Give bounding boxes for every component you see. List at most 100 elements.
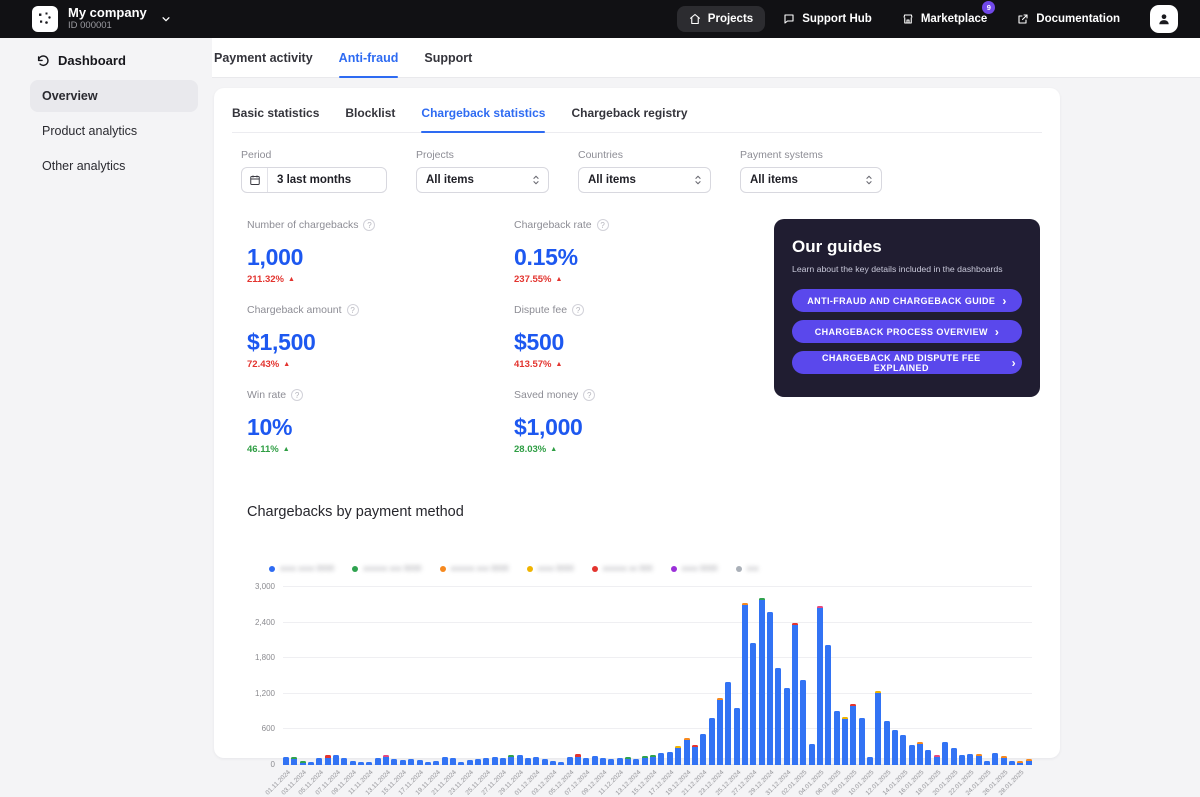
bar[interactable]: [658, 587, 664, 765]
bar[interactable]: [608, 587, 614, 765]
subtab-chargeback-statistics[interactable]: Chargeback statistics: [421, 106, 545, 132]
bar[interactable]: 03.12.2024: [550, 587, 556, 765]
company-switcher[interactable]: My company ID 000001: [68, 6, 147, 32]
bar[interactable]: 15.12.2024: [650, 587, 656, 765]
bar[interactable]: [825, 587, 831, 765]
bar[interactable]: [642, 587, 648, 765]
bar[interactable]: [408, 587, 414, 765]
company-logo[interactable]: [32, 6, 58, 32]
bar[interactable]: [992, 587, 998, 765]
bar[interactable]: 02.01.2025: [800, 587, 806, 765]
bar[interactable]: [592, 587, 598, 765]
legend-item[interactable]: xxxx 0000: [671, 564, 718, 573]
bar[interactable]: 29.12.2024: [767, 587, 773, 765]
bar[interactable]: 27.11.2024: [500, 587, 506, 765]
bar[interactable]: [291, 587, 297, 765]
bar[interactable]: [942, 587, 948, 765]
bar[interactable]: 07.12.2024: [583, 587, 589, 765]
bar[interactable]: [692, 587, 698, 765]
bar[interactable]: [325, 587, 331, 765]
bar[interactable]: 11.12.2024: [617, 587, 623, 765]
bar[interactable]: [959, 587, 965, 765]
projects-button[interactable]: Projects: [677, 6, 765, 32]
bar[interactable]: [492, 587, 498, 765]
bar[interactable]: [675, 587, 681, 765]
bar[interactable]: [859, 587, 865, 765]
bar[interactable]: [308, 587, 314, 765]
bar[interactable]: 26.01.2025: [1001, 587, 1007, 765]
countries-select[interactable]: All items: [578, 167, 711, 193]
bar[interactable]: 04.01.2025: [817, 587, 823, 765]
bar[interactable]: [892, 587, 898, 765]
bar[interactable]: [792, 587, 798, 765]
bar[interactable]: [909, 587, 915, 765]
help-icon[interactable]: ?: [347, 304, 359, 316]
tab-anti-fraud[interactable]: Anti-fraud: [339, 38, 399, 77]
bar[interactable]: [1026, 587, 1032, 765]
sidebar-item-overview[interactable]: Overview: [30, 80, 198, 112]
tab-support[interactable]: Support: [424, 38, 472, 77]
bar[interactable]: 21.11.2024: [450, 587, 456, 765]
help-icon[interactable]: ?: [572, 304, 584, 316]
bar[interactable]: 14.01.2025: [900, 587, 906, 765]
bar[interactable]: 31.12.2024: [784, 587, 790, 765]
documentation-button[interactable]: Documentation: [1005, 6, 1132, 32]
marketplace-button[interactable]: Marketplace 9: [890, 6, 999, 32]
bar[interactable]: [475, 587, 481, 765]
legend-item[interactable]: xxxxxx xxx 0000: [352, 564, 421, 573]
help-icon[interactable]: ?: [583, 389, 595, 401]
sidebar-item-product-analytics[interactable]: Product analytics: [30, 115, 198, 147]
bar[interactable]: 01.11.2024: [283, 587, 289, 765]
bar[interactable]: [842, 587, 848, 765]
guide-button-dispute-fee[interactable]: CHARGEBACK AND DISPUTE FEE EXPLAINED›: [792, 351, 1022, 374]
help-icon[interactable]: ?: [363, 219, 375, 231]
subtab-blocklist[interactable]: Blocklist: [345, 106, 395, 132]
bar[interactable]: [442, 587, 448, 765]
bar[interactable]: [575, 587, 581, 765]
legend-item[interactable]: xxxx 0000: [527, 564, 574, 573]
bar[interactable]: 22.01.2025: [967, 587, 973, 765]
bar[interactable]: 06.01.2025: [834, 587, 840, 765]
bar[interactable]: [458, 587, 464, 765]
bar[interactable]: 15.11.2024: [400, 587, 406, 765]
bar[interactable]: 17.12.2024: [667, 587, 673, 765]
bar[interactable]: 20.01.2025: [951, 587, 957, 765]
bar[interactable]: [976, 587, 982, 765]
subtab-basic-statistics[interactable]: Basic statistics: [232, 106, 319, 132]
bar[interactable]: [775, 587, 781, 765]
subtab-chargeback-registry[interactable]: Chargeback registry: [571, 106, 687, 132]
sidebar-item-other-analytics[interactable]: Other analytics: [30, 150, 198, 182]
projects-select[interactable]: All items: [416, 167, 549, 193]
bar[interactable]: 05.12.2024: [567, 587, 573, 765]
bar[interactable]: [925, 587, 931, 765]
period-input[interactable]: 3 last months: [241, 167, 387, 193]
support-hub-button[interactable]: Support Hub: [771, 6, 884, 32]
legend-item[interactable]: xxxxxx xxx 0000: [440, 564, 509, 573]
bar[interactable]: [625, 587, 631, 765]
bar[interactable]: 19.12.2024: [684, 587, 690, 765]
help-icon[interactable]: ?: [291, 389, 303, 401]
bar[interactable]: 25.11.2024: [483, 587, 489, 765]
bar[interactable]: [725, 587, 731, 765]
bar[interactable]: 24.01.2025: [984, 587, 990, 765]
bar[interactable]: [875, 587, 881, 765]
legend-item[interactable]: xxxx xxxx 0000: [269, 564, 334, 573]
bar[interactable]: 29.11.2024: [517, 587, 523, 765]
bar[interactable]: [508, 587, 514, 765]
bar[interactable]: 16.01.2025: [917, 587, 923, 765]
tab-payment-activity[interactable]: Payment activity: [214, 38, 313, 77]
bar[interactable]: 27.12.2024: [750, 587, 756, 765]
bar[interactable]: 19.11.2024: [433, 587, 439, 765]
bar[interactable]: 01.12.2024: [533, 587, 539, 765]
bar[interactable]: 28.01.2025: [1017, 587, 1023, 765]
bar[interactable]: [742, 587, 748, 765]
payment-systems-select[interactable]: All items: [740, 167, 882, 193]
bar[interactable]: 13.11.2024: [383, 587, 389, 765]
bar[interactable]: 25.12.2024: [734, 587, 740, 765]
legend-item[interactable]: xxxxxx xx 000: [592, 564, 653, 573]
bar[interactable]: 10.01.2025: [867, 587, 873, 765]
bar[interactable]: [809, 587, 815, 765]
bar[interactable]: [542, 587, 548, 765]
bar[interactable]: 23.12.2024: [717, 587, 723, 765]
guide-button-anti-fraud[interactable]: ANTI-FRAUD AND CHARGEBACK GUIDE›: [792, 289, 1022, 312]
